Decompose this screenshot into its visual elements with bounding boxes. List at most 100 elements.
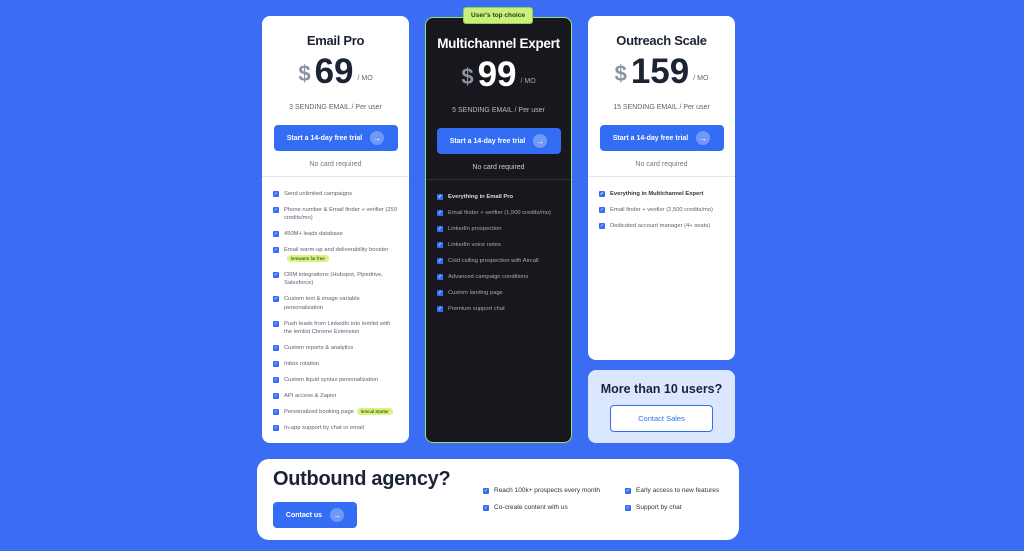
checkbox-icon: ✓ xyxy=(625,488,631,494)
start-trial-button[interactable]: Start a 14-day free trial → xyxy=(273,125,398,151)
checkbox-icon: ✓ xyxy=(483,505,489,511)
agency-section: Outbound agency? Contact us → ✓ Reach 100k… xyxy=(257,459,739,540)
feature-text: Custom text & image variable personaliza… xyxy=(284,296,360,311)
feature-text: In-app support by chat or email xyxy=(284,425,364,431)
feature-list: ✓ Everything in Multichannel Expert ✓ Email… xyxy=(588,177,735,230)
feature-text-wrap: Premium support chat xyxy=(448,305,505,314)
feature-text: Inbox rotation xyxy=(284,361,320,367)
feature-text-wrap: Advanced campaign conditions xyxy=(448,273,528,282)
checkbox-icon: ✓ xyxy=(437,241,443,248)
start-trial-label: Start a 14-day free trial xyxy=(286,134,363,142)
feature-item: ✓ LinkedIn voice notes xyxy=(437,241,561,250)
plan-card-multichannel-expert: Multichannel Expert $99/ MO 5 SENDING EM… xyxy=(425,17,572,443)
contact-us-button[interactable]: Contact us → xyxy=(273,502,357,528)
plan-price: $69/ MO xyxy=(262,54,409,90)
checkbox-icon: ✓ xyxy=(273,231,279,237)
currency: $ xyxy=(298,61,311,86)
start-trial-button[interactable]: Start a 14-day free trial → xyxy=(599,125,724,151)
feature-item: ✓ Email finder + verifier (2,500 credits/… xyxy=(599,206,725,215)
sending-info: 5 SENDING EMAIL / Per user xyxy=(452,107,545,114)
feature-list: ✓ Everything in Email Pro ✓ Email finder + … xyxy=(426,180,571,313)
feature-item: ✓ Inbox rotation xyxy=(273,360,399,369)
feature-text: Send unlimited campaigns xyxy=(284,190,352,197)
checkbox-icon: ✓ xyxy=(599,190,605,197)
feature-text-wrap: Email finder + verifier (2,500 credits/m… xyxy=(610,206,713,215)
feature-item: ✓ LinkedIn prospection xyxy=(437,225,561,234)
feature-text: LinkedIn voice notes xyxy=(448,241,501,248)
plan-name: Multichannel Expert xyxy=(437,36,560,51)
feature-item: ✓ Email finder + verifier (1,500 credits/… xyxy=(437,209,561,218)
checkbox-icon: ✓ xyxy=(273,271,279,278)
arrow-right-icon: → xyxy=(696,131,711,145)
checkbox-icon: ✓ xyxy=(273,361,279,367)
feature-text-wrap: Cold calling prospection with Aircall xyxy=(448,257,539,266)
no-card-note: No card required xyxy=(472,164,525,171)
sending-info: 15 SENDING EMAIL / Per user xyxy=(613,104,710,111)
contact-sales-button[interactable]: Contact Sales xyxy=(610,405,713,432)
feature-text: Email finder + verifier (2,500 credits/m… xyxy=(610,206,713,213)
feature-text-wrap: Custom text & image variable personaliza… xyxy=(284,295,399,312)
feature-text-wrap: Send unlimited campaigns xyxy=(284,190,352,199)
feature-text: Advanced campaign conditions xyxy=(448,273,529,280)
feature-text-wrap: Personalized booking page lemcal Starter xyxy=(284,408,393,417)
agency-feature: Support by chat xyxy=(636,504,682,511)
feature-text-wrap: CRM integrations (Hubspot, Pipedrive, Sa… xyxy=(284,271,399,288)
feature-text: CRM integrations (Hubspot, Pipedrive, Sa… xyxy=(284,271,383,287)
more-users-title: More than 10 users? xyxy=(600,382,723,396)
feature-list: ✓ Send unlimited campaigns ✓ Phone number &… xyxy=(262,177,409,433)
feature-item: ✓ Everything in Multichannel Expert xyxy=(599,190,725,199)
price-period: / MO xyxy=(520,78,536,85)
agency-feature: Reach 100k+ prospects every month xyxy=(494,487,601,494)
price-amount: 99 xyxy=(477,55,517,94)
currency: $ xyxy=(461,64,474,89)
checkbox-icon: ✓ xyxy=(437,273,443,280)
start-trial-button[interactable]: Start a 14-day free trial → xyxy=(436,128,561,154)
checkbox-icon: ✓ xyxy=(273,296,279,302)
feature-text: Cold calling prospection with Aircall xyxy=(448,257,539,264)
feature-item: ✓ Cold calling prospection with Aircall xyxy=(437,257,561,266)
feature-text-wrap: Email finder + verifier (1,500 credits/m… xyxy=(448,209,551,218)
plan-price: $99/ MO xyxy=(426,57,571,93)
plan-name: Outreach Scale xyxy=(616,33,707,48)
feature-item: ✓ Custom liquid syntax personalization xyxy=(273,376,399,385)
feature-item: ✓ Everything in Email Pro xyxy=(437,193,561,202)
feature-text: Custom liquid syntax personalization xyxy=(284,377,379,383)
checkbox-icon: ✓ xyxy=(437,257,443,264)
feature-item: ✓ Custom landing page xyxy=(437,289,561,298)
feature-text-wrap: Dedicated account manager (4+ seats) xyxy=(610,222,710,231)
plan-card-email-pro: Email Pro $69/ MO 3 SENDING EMAIL / Per … xyxy=(262,16,409,443)
feature-text: Everything in Multichannel Expert xyxy=(610,190,704,197)
no-card-note: No card required xyxy=(635,161,688,168)
feature-text-wrap: Custom landing page xyxy=(448,289,503,298)
feature-item: ✓ Premium support chat xyxy=(437,305,561,314)
checkbox-icon: ✓ xyxy=(483,488,489,494)
feature-text: Custom reports & analytics xyxy=(284,345,354,351)
feature-item: ✓ Personalized booking page lemcal Starter xyxy=(273,408,399,417)
feature-text-wrap: Phone number & Email finder + verifier (… xyxy=(284,206,399,223)
feature-item: ✓ 450M+ leads database xyxy=(273,230,399,239)
feature-text-wrap: 450M+ leads database xyxy=(284,230,343,239)
feature-text: Dedicated account manager (4+ seats) xyxy=(610,222,711,229)
agency-title: Outbound agency? xyxy=(273,468,451,490)
checkbox-icon: ✓ xyxy=(437,225,443,232)
agency-feature: Early access to new features xyxy=(636,487,720,494)
checkbox-icon: ✓ xyxy=(273,206,279,213)
feature-text-wrap: Push leads from LinkedIn into lemlist wi… xyxy=(284,320,399,337)
feature-text: Custom landing page xyxy=(448,289,503,296)
feature-text-wrap: Email warm-up and deliverability booster… xyxy=(284,246,399,263)
feature-text-wrap: LinkedIn voice notes xyxy=(448,241,501,250)
price-period: / MO xyxy=(693,75,709,82)
checkbox-icon: ✓ xyxy=(437,193,443,200)
start-trial-label: Start a 14-day free trial xyxy=(612,134,689,142)
feature-item: ✓ API access & Zapier xyxy=(273,392,399,401)
feature-text-wrap: Inbox rotation xyxy=(284,360,319,369)
sending-info: 3 SENDING EMAIL / Per user xyxy=(289,104,382,111)
checkbox-icon: ✓ xyxy=(273,425,279,431)
price-period: / MO xyxy=(357,75,373,82)
checkbox-icon: ✓ xyxy=(437,305,443,312)
plan-price: $159/ MO xyxy=(588,54,735,90)
feature-item: ✓ Dedicated account manager (4+ seats) xyxy=(599,222,725,231)
feature-badge: lemwarm for free xyxy=(287,254,329,262)
feature-item: ✓ Push leads from LinkedIn into lemlist w… xyxy=(273,320,399,337)
no-card-note: No card required xyxy=(309,161,362,168)
